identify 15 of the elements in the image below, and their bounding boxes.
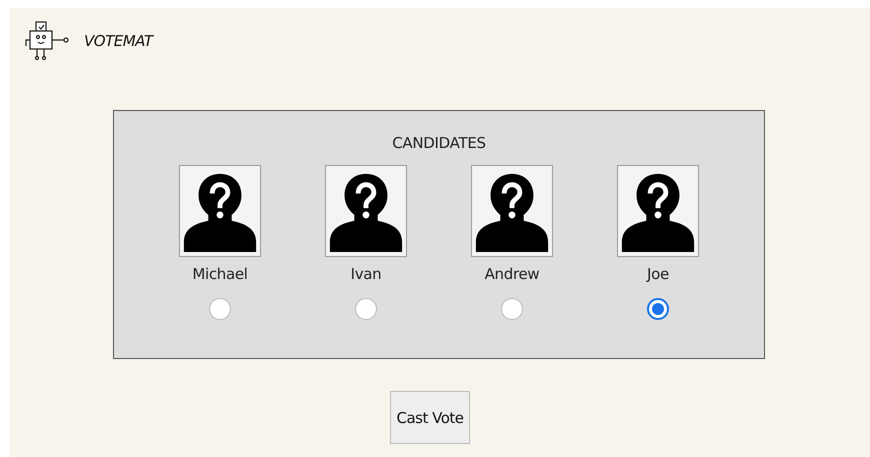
radio-button[interactable] <box>209 298 231 320</box>
silhouette-icon <box>471 165 553 257</box>
candidate-name: Ivan <box>350 265 382 283</box>
silhouette-icon <box>325 165 407 257</box>
silhouette-icon <box>179 165 261 257</box>
cast-vote-button[interactable]: Cast Vote <box>390 391 470 444</box>
app-title: VOTEMAT <box>84 32 152 50</box>
panel-heading: CANDIDATES <box>392 134 486 152</box>
candidate-name: Michael <box>192 265 248 283</box>
candidate-name: Andrew <box>484 265 540 283</box>
radio-button[interactable] <box>501 298 523 320</box>
candidate-name: Joe <box>647 265 669 283</box>
radio-button[interactable] <box>647 298 669 320</box>
radio-button[interactable] <box>355 298 377 320</box>
silhouette-icon <box>617 165 699 257</box>
